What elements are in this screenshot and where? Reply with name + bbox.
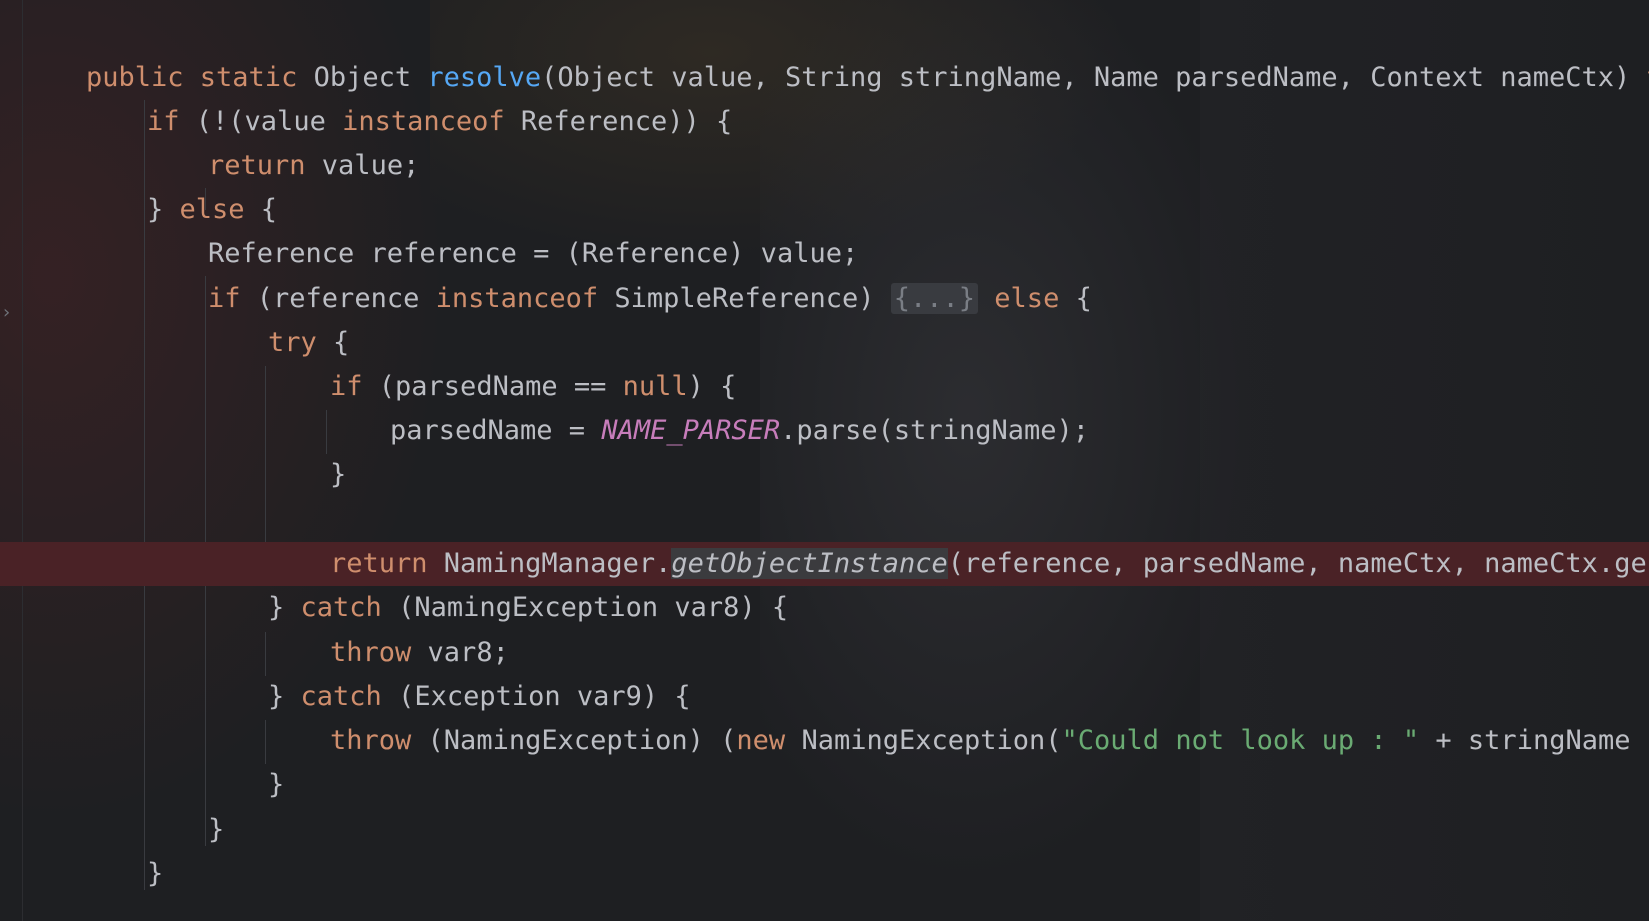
- code-token: ) {: [687, 371, 737, 402]
- code-token: Object: [313, 62, 428, 93]
- keyword-token: catch: [300, 592, 399, 623]
- highlighted-call-token: getObjectInstance: [671, 548, 948, 579]
- code-line[interactable]: if (parsedName == null) {: [0, 365, 736, 409]
- code-token: {: [260, 194, 278, 225]
- code-line[interactable]: if (reference instanceof SimpleReference…: [0, 277, 1092, 321]
- code-token: }: [147, 858, 164, 889]
- keyword-token: instanceof: [435, 283, 615, 314]
- keyword-token: throw: [330, 725, 428, 756]
- function-name-token: resolve: [427, 62, 542, 93]
- code-token: {: [1075, 283, 1092, 314]
- code-line[interactable]: }: [0, 808, 224, 852]
- wallpaper-window: [1200, 0, 1649, 921]
- code-token: }: [147, 194, 180, 225]
- code-token: value;: [321, 150, 420, 181]
- code-token: var8;: [427, 637, 509, 668]
- keyword-token: if: [208, 283, 257, 314]
- code-line[interactable]: }: [0, 453, 346, 497]
- code-line[interactable]: if (!(value instanceof Reference)) {: [0, 100, 732, 144]
- keyword-token: return: [330, 548, 444, 579]
- code-line[interactable]: parsedName = NAME_PARSER.parse(stringNam…: [0, 409, 1089, 453]
- code-line[interactable]: }: [0, 763, 284, 807]
- code-line[interactable]: } catch (Exception var9) {: [0, 675, 691, 719]
- code-token: }: [208, 814, 225, 845]
- keyword-token: else: [994, 283, 1076, 314]
- keyword-token: throw: [330, 637, 428, 668]
- constant-token: NAME_PARSER: [601, 415, 781, 446]
- code-token: NamingManager.: [443, 548, 672, 579]
- folded-region-token[interactable]: {...}: [890, 283, 979, 314]
- keyword-token: instanceof: [342, 106, 521, 137]
- code-line[interactable]: throw var8;: [0, 631, 509, 675]
- code-token: }: [268, 681, 301, 712]
- code-token: SimpleReference): [614, 283, 891, 314]
- code-token: (!(value: [195, 106, 343, 137]
- keyword-token: public static: [86, 62, 314, 93]
- code-token: {: [333, 327, 350, 358]
- keyword-token: return: [208, 150, 322, 181]
- code-token: }: [268, 592, 301, 623]
- breakpoint-line[interactable]: return NamingManager.getObjectInstance(r…: [0, 542, 1649, 586]
- keyword-token: new: [736, 725, 802, 756]
- code-line[interactable]: public static Object resolve(Object valu…: [0, 56, 1649, 100]
- keyword-token: null: [622, 371, 688, 402]
- code-line[interactable]: }: [0, 852, 163, 896]
- code-token: .parse(stringName);: [780, 415, 1089, 446]
- code-token: Reference reference = (Reference) value;: [208, 238, 859, 269]
- code-token: }: [268, 769, 285, 800]
- code-token: }: [330, 459, 347, 490]
- code-token: Reference)) {: [520, 106, 733, 137]
- code-line[interactable]: } catch (NamingException var8) {: [0, 586, 788, 630]
- code-token: NamingException(: [801, 725, 1062, 756]
- keyword-token: try: [268, 327, 334, 358]
- string-token: "Could not look up : ": [1061, 725, 1420, 756]
- code-line[interactable]: try {: [0, 321, 349, 365]
- code-token: + stringName: [1419, 725, 1647, 756]
- code-line[interactable]: Reference reference = (Reference) value;: [0, 232, 858, 276]
- code-editor[interactable]: › public static Object resolve(Object va…: [0, 0, 1649, 921]
- code-token: (NamingException var8) {: [398, 592, 789, 623]
- code-line[interactable]: return value;: [0, 144, 419, 188]
- keyword-token: if: [147, 106, 196, 137]
- code-line[interactable]: } else {: [0, 188, 277, 232]
- code-token: parsedName =: [390, 415, 602, 446]
- code-token: (Object value, String stringName, Name p…: [541, 62, 1647, 93]
- code-token: (NamingException) (: [427, 725, 737, 756]
- code-token: (reference: [256, 283, 436, 314]
- keyword-token: else: [179, 194, 261, 225]
- keyword-token: if: [330, 371, 379, 402]
- code-token: (parsedName ==: [378, 371, 623, 402]
- keyword-token: catch: [300, 681, 399, 712]
- code-token: (reference, parsedName, nameCtx, nameCtx…: [947, 548, 1647, 579]
- code-line[interactable]: throw (NamingException) (new NamingExcep…: [0, 719, 1647, 763]
- code-token: (Exception var9) {: [398, 681, 691, 712]
